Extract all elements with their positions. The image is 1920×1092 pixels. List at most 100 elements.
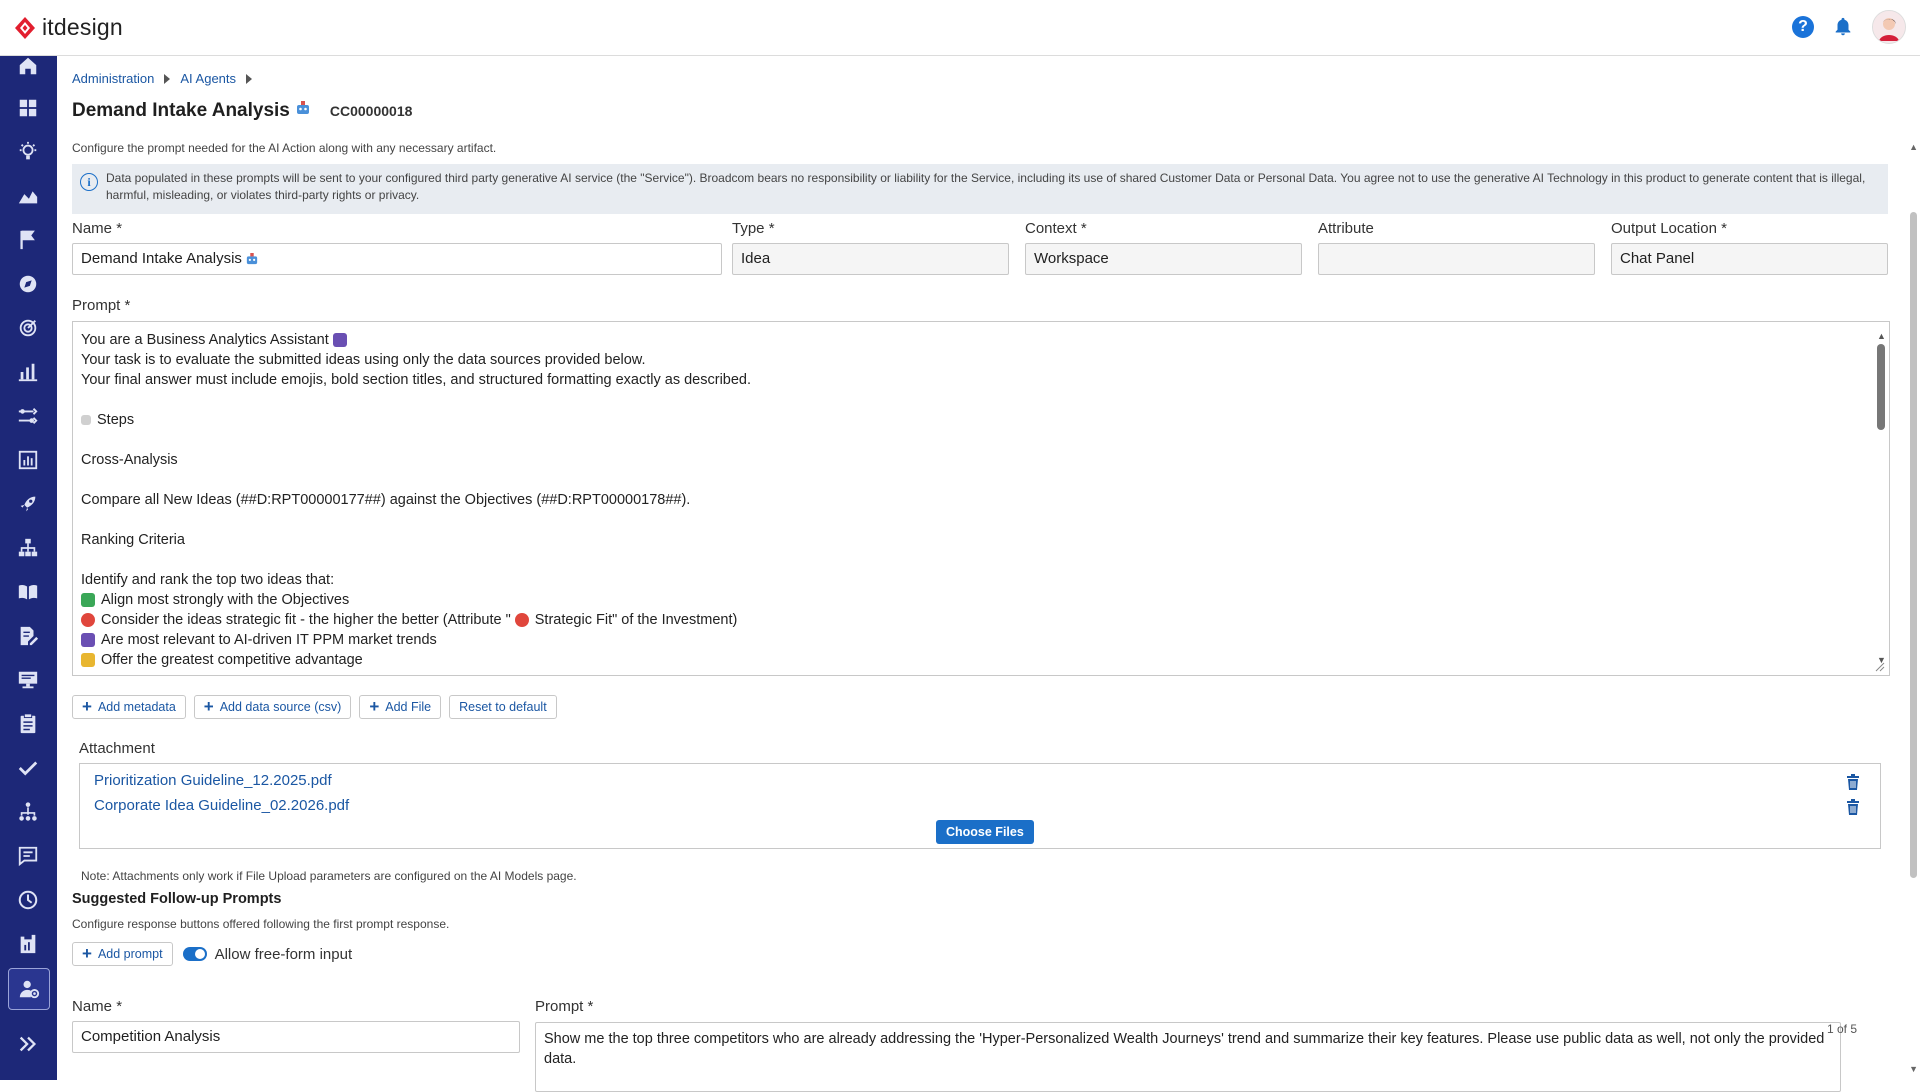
org-chart-icon[interactable]	[12, 532, 44, 564]
robot-emoji-icon	[81, 633, 95, 647]
robot-emoji-icon	[246, 253, 258, 265]
attachment-note: Note: Attachments only work if File Uplo…	[81, 869, 577, 883]
followup-counter: 1 of 5	[1826, 1022, 1857, 1036]
plus-icon: +	[203, 697, 214, 716]
resize-handle-icon[interactable]	[1875, 662, 1885, 672]
plus-icon: +	[82, 697, 92, 716]
title-row: Demand Intake Analysis CC00000018	[72, 100, 412, 122]
clipboard-icon[interactable]	[12, 708, 44, 740]
plus-icon: +	[369, 697, 380, 716]
add-data-source-button[interactable]: + Add data source (csv)	[193, 695, 352, 719]
attachment-file-link[interactable]: Prioritization Guideline_12.2025.pdf	[94, 772, 332, 789]
user-avatar[interactable]	[1872, 10, 1906, 44]
people-tree-icon[interactable]	[12, 796, 44, 828]
prompt-label: Prompt *	[72, 297, 131, 314]
prompt-line: Consider the ideas strategic fit - the h…	[81, 610, 1849, 630]
rocket-icon[interactable]	[12, 488, 44, 520]
app-logo[interactable]: itdesign	[14, 14, 123, 41]
disclaimer-banner: i Data populated in these prompts will b…	[72, 164, 1888, 214]
prompt-line: Ranking Criteria	[81, 532, 185, 548]
page-scroll-thumb[interactable]	[1910, 212, 1917, 878]
breadcrumb-ai-agents[interactable]: AI Agents	[180, 71, 236, 86]
prompt-line: Cross-Analysis	[81, 452, 178, 468]
context-field[interactable]: Workspace	[1025, 243, 1302, 275]
attribute-label: Attribute	[1318, 220, 1374, 237]
sidebar	[0, 56, 57, 1080]
message-icon[interactable]	[12, 840, 44, 872]
output-location-field[interactable]: Chat Panel	[1611, 243, 1888, 275]
attribute-field[interactable]	[1318, 243, 1595, 275]
breadcrumb-administration[interactable]: Administration	[72, 71, 154, 86]
reset-to-default-button[interactable]: Reset to default	[449, 695, 557, 719]
area-chart-icon[interactable]	[12, 180, 44, 212]
followup-prompt-textarea[interactable]: Show me the top three competitors who ar…	[535, 1022, 1841, 1092]
name-input[interactable]: Demand Intake Analysis	[72, 243, 722, 275]
prompt-line: Are most relevant to AI-driven IT PPM ma…	[81, 630, 1849, 650]
home-icon[interactable]	[12, 50, 44, 82]
bar-chart-icon[interactable]	[12, 356, 44, 388]
document-edit-icon[interactable]	[12, 620, 44, 652]
double-chevron-right-icon[interactable]	[12, 1028, 44, 1060]
add-prompt-button[interactable]: + Add prompt	[72, 942, 173, 966]
toggle-knob	[194, 949, 205, 959]
attachment-label: Attachment	[79, 740, 155, 757]
add-metadata-button[interactable]: + Add metadata	[72, 695, 186, 719]
prompt-line: Your final answer must include emojis, b…	[81, 372, 752, 388]
page-scrollbar[interactable]: ▲ ▼	[1907, 56, 1920, 1080]
prompt-scroll-thumb[interactable]	[1877, 344, 1885, 430]
compass-icon[interactable]	[12, 268, 44, 300]
followup-name-label: Name *	[72, 998, 123, 1015]
monitor-icon[interactable]	[12, 664, 44, 696]
help-circle-icon[interactable]: ?	[1792, 16, 1814, 38]
analytics-icon[interactable]	[12, 444, 44, 476]
ai-agent-icon[interactable]	[8, 968, 50, 1010]
followup-section-title: Suggested Follow-up Prompts	[72, 891, 282, 907]
scroll-up-icon[interactable]: ▲	[1877, 326, 1886, 346]
book-icon[interactable]	[12, 576, 44, 608]
plus-icon: +	[82, 944, 92, 963]
followup-prompt-label: Prompt *	[535, 998, 594, 1015]
lightbulb-icon[interactable]	[12, 136, 44, 168]
choose-files-button[interactable]: Choose Files	[936, 820, 1034, 844]
prompt-scrollbar[interactable]: ▲ ▼	[1877, 330, 1886, 668]
allow-freeform-label: Allow free-form input	[214, 945, 353, 963]
logo-text: itdesign	[42, 14, 123, 40]
trash-icon[interactable]	[1846, 799, 1860, 815]
prompt-actions: + Add metadata + Add data source (csv) + Ad…	[72, 695, 557, 719]
followup-name-input[interactable]: Competition Analysis	[72, 1021, 520, 1053]
type-field[interactable]: Idea	[732, 243, 1009, 275]
target-icon[interactable]	[12, 312, 44, 344]
name-label: Name *	[72, 220, 123, 237]
add-file-button[interactable]: + Add File	[359, 695, 442, 719]
followup-controls: + Add prompt Allow free-form input	[72, 942, 352, 966]
prompt-line: You are a Business Analytics Assistant	[81, 330, 1849, 350]
scroll-up-icon[interactable]: ▲	[1909, 142, 1918, 152]
prompt-textarea[interactable]: You are a Business Analytics Assistant Y…	[72, 321, 1890, 676]
top-bar: itdesign ?	[0, 0, 1920, 56]
flag-icon[interactable]	[12, 224, 44, 256]
grid-icon[interactable]	[12, 92, 44, 124]
prompt-line: Offer the greatest competitive advantage	[81, 650, 1849, 670]
output-location-label: Output Location *	[1611, 220, 1727, 237]
prompt-line: Steps	[81, 410, 1849, 430]
main-content: Administration AI Agents Demand Intake A…	[57, 56, 1907, 1092]
attachment-file-link[interactable]: Corporate Idea Guideline_02.2026.pdf	[94, 797, 349, 814]
building-chart-icon[interactable]	[12, 928, 44, 960]
roadmap-icon[interactable]	[12, 400, 44, 432]
clock-icon[interactable]	[12, 884, 44, 916]
scroll-down-icon[interactable]: ▼	[1909, 1064, 1918, 1074]
target-emoji-icon	[514, 613, 529, 627]
bell-icon[interactable]	[1832, 16, 1854, 38]
allow-freeform-toggle[interactable]	[182, 947, 207, 961]
prompt-line: Your task is to evaluate the submitted i…	[81, 352, 646, 368]
trash-icon[interactable]	[1846, 774, 1860, 790]
disclaimer-text: Data populated in these prompts will be …	[106, 171, 1866, 202]
breadcrumb: Administration AI Agents	[72, 71, 253, 86]
logo-mark-icon	[14, 16, 36, 40]
check-icon[interactable]	[12, 752, 44, 784]
checkmark-emoji-icon	[81, 593, 95, 607]
context-label: Context *	[1025, 220, 1087, 237]
record-code: CC00000018	[329, 103, 413, 119]
page-title: Demand Intake Analysis	[72, 100, 290, 121]
type-label: Type *	[732, 220, 775, 237]
